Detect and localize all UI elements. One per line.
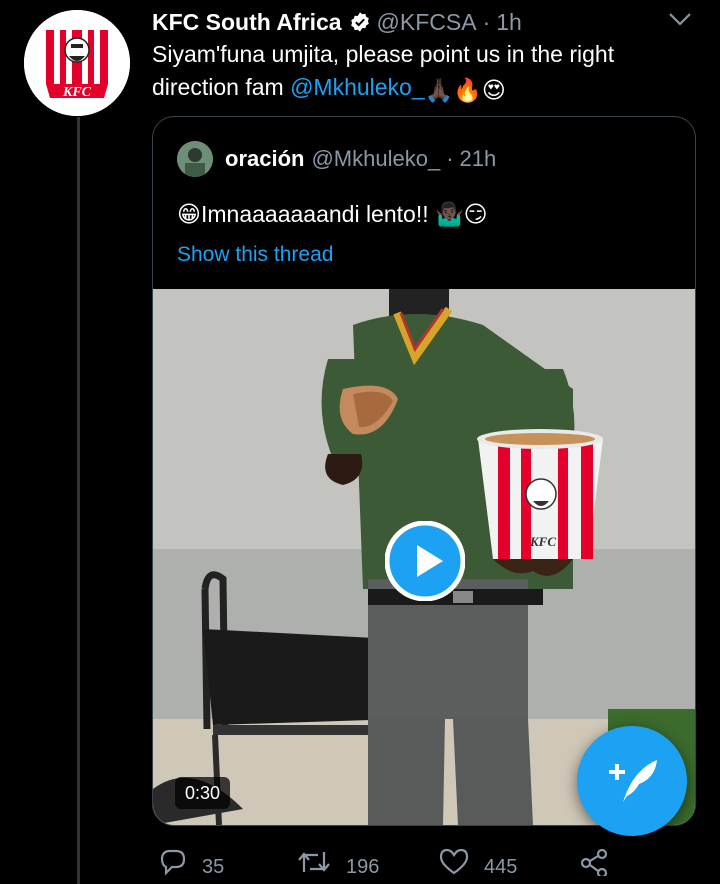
quoted-tweet[interactable]: oración @Mkhuleko_ · 21h 😁Imnaaaaaaandi …	[152, 116, 696, 826]
compose-tweet-button[interactable]	[577, 726, 687, 836]
video-duration: 0:30	[175, 777, 231, 809]
show-thread-link[interactable]: Show this thread	[177, 243, 333, 267]
quoted-separator-dot: ·	[446, 146, 454, 171]
kfc-logo-text: KFC	[62, 85, 92, 100]
reply-icon[interactable]	[158, 846, 188, 876]
like-icon[interactable]	[438, 846, 470, 876]
thread-line	[77, 117, 80, 884]
bucket-logo-text: KFC	[529, 534, 556, 549]
like-action[interactable]: 445	[438, 846, 517, 879]
quoted-tweet-header: oración @Mkhuleko_ · 21h	[177, 141, 496, 177]
retweet-icon[interactable]	[296, 846, 332, 876]
timestamp[interactable]: 1h	[496, 9, 522, 36]
tweet-emojis: 🙏🏿🔥😍	[424, 77, 506, 103]
display-name[interactable]: KFC South Africa	[152, 9, 342, 36]
reply-action[interactable]: 35	[158, 846, 224, 879]
share-action[interactable]	[578, 846, 610, 876]
verified-icon	[350, 12, 369, 32]
quoted-display-name[interactable]: oración	[225, 146, 304, 172]
avatar[interactable]: KFC	[24, 10, 130, 116]
quoted-avatar-image	[177, 141, 213, 177]
share-icon[interactable]	[578, 846, 610, 876]
retweet-count: 196	[346, 856, 380, 878]
reply-count: 35	[202, 856, 225, 878]
kfc-logo: KFC	[24, 10, 130, 116]
tweet-header: KFC South Africa @KFCSA · 1h	[152, 6, 700, 38]
quoted-avatar[interactable]	[177, 141, 213, 177]
chevron-down-icon[interactable]	[668, 10, 692, 30]
separator-dot: ·	[482, 8, 491, 35]
like-count: 445	[484, 856, 518, 878]
play-icon[interactable]	[385, 521, 465, 601]
tweet-text: Siyam'funa umjita, please point us in th…	[152, 38, 682, 107]
tweet-actions: 35 196 445	[152, 846, 672, 884]
mention-link[interactable]: @Mkhuleko_	[290, 74, 425, 100]
handle[interactable]: @KFCSA	[377, 9, 477, 36]
quoted-tweet-text: 😁Imnaaaaaaandi lento!! 🤷🏿‍♂️😏	[177, 201, 488, 227]
compose-tweet-icon	[609, 760, 657, 802]
quoted-handle[interactable]: @Mkhuleko_	[311, 146, 440, 172]
quoted-timestamp[interactable]: 21h	[460, 146, 497, 172]
retweet-action[interactable]: 196	[296, 846, 379, 879]
